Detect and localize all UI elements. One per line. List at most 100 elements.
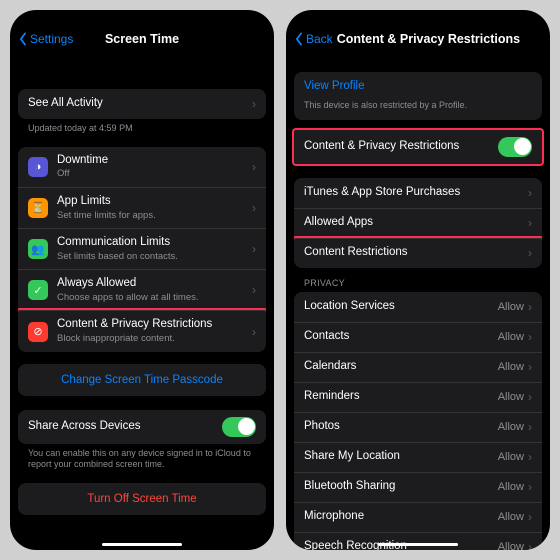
privacy-group: Location ServicesAllow› ContactsAllow› C… [294,292,542,550]
downtime-row[interactable]: ◑ Downtime Off › [18,147,266,187]
back-label: Back [306,32,333,46]
downtime-icon: ◑ [28,157,48,177]
chevron-left-icon [294,32,304,46]
privacy-value: Allow [498,331,524,343]
privacy-row[interactable]: PhotosAllow › [294,412,542,442]
downtime-sub: Off [57,168,252,179]
people-icon: 👥 [28,239,48,259]
page-title: Screen Time [105,32,179,46]
content-restrictions-row[interactable]: Content Restrictions › [294,238,542,268]
privacy-row[interactable]: CalendarsAllow › [294,352,542,382]
content-privacy-toggle[interactable] [498,137,532,157]
content-restrictions-label: Content Restrictions [304,246,528,260]
allowed-label: Allowed Apps [304,216,528,230]
updated-text: Updated today at 4:59 PM [18,119,266,135]
allowed-apps-row[interactable]: Allowed Apps › [294,208,542,238]
privacy-label: Microphone [304,510,498,524]
always-sub: Choose apps to allow at all times. [57,292,252,303]
communication-limits-row[interactable]: 👥 Communication Limits Set limits based … [18,228,266,269]
change-passcode-button[interactable]: Change Screen Time Passcode [18,364,266,396]
privacy-label: Bluetooth Sharing [304,480,498,494]
no-entry-icon: ⊘ [28,322,48,342]
comm-sub: Set limits based on contacts. [57,251,252,262]
restrictions-group: iTunes & App Store Purchases › Allowed A… [294,178,542,268]
chevron-right-icon: › [528,216,532,230]
privacy-value: Allow [498,361,524,373]
back-label: Settings [30,32,73,46]
see-all-activity-row[interactable]: See All Activity › [18,89,266,119]
chevron-right-icon: › [528,246,532,260]
screen-time-screen: Settings Screen Time See All Activity › … [10,10,274,550]
share-group: Share Across Devices [18,410,266,444]
check-icon: ✓ [28,280,48,300]
chevron-right-icon: › [528,360,532,374]
privacy-row[interactable]: MicrophoneAllow › [294,502,542,532]
chevron-right-icon: › [252,283,256,297]
content-privacy-screen: Back Content & Privacy Restrictions View… [286,10,550,550]
content-privacy-row[interactable]: ⊘ Content & Privacy Restrictions Block i… [18,310,266,351]
content-privacy-toggle-row[interactable]: Content & Privacy Restrictions [294,130,542,164]
privacy-label: Reminders [304,390,498,404]
itunes-row[interactable]: iTunes & App Store Purchases › [294,178,542,208]
app-limits-sub: Set time limits for apps. [57,210,252,221]
app-limits-label: App Limits [57,195,252,209]
chevron-right-icon: › [528,510,532,524]
content-area: See All Activity › Updated today at 4:59… [10,54,274,550]
chevron-right-icon: › [528,450,532,464]
privacy-value: Allow [498,391,524,403]
chevron-right-icon: › [528,300,532,314]
toggle-label: Content & Privacy Restrictions [304,140,498,154]
comm-label: Communication Limits [57,236,252,250]
turn-off-button[interactable]: Turn Off Screen Time [18,483,266,515]
view-profile-row[interactable]: View Profile [294,72,542,100]
privacy-row[interactable]: Share My LocationAllow › [294,442,542,472]
always-allowed-row[interactable]: ✓ Always Allowed Choose apps to allow at… [18,269,266,310]
privacy-row[interactable]: Bluetooth SharingAllow› [294,472,542,502]
chevron-right-icon: › [528,330,532,344]
privacy-label: Photos [304,420,498,434]
chevron-right-icon: › [528,420,532,434]
privacy-row[interactable]: RemindersAllow› [294,382,542,412]
chevron-right-icon: › [252,97,256,111]
back-button[interactable]: Settings [18,32,73,46]
privacy-row[interactable]: Location ServicesAllow› [294,292,542,322]
downtime-label: Downtime [57,154,252,168]
nav-bar: Back Content & Privacy Restrictions [286,24,550,54]
share-across-devices-row[interactable]: Share Across Devices [18,410,266,444]
privacy-value: Allow [498,511,524,523]
share-label: Share Across Devices [28,420,222,434]
chevron-right-icon: › [252,201,256,215]
toggle-group: Content & Privacy Restrictions [294,130,542,164]
privacy-value: Allow [498,451,524,463]
limits-group: ◑ Downtime Off › ⏳ App Limits Set time l… [18,147,266,352]
back-button[interactable]: Back [294,32,333,46]
share-toggle[interactable] [222,417,256,437]
profile-group: View Profile This device is also restric… [294,72,542,120]
chevron-right-icon: › [528,540,532,550]
privacy-label: Share My Location [304,450,498,464]
nav-bar: Settings Screen Time [10,24,274,54]
chevron-right-icon: › [252,242,256,256]
home-indicator[interactable] [102,543,182,547]
content-label: Content & Privacy Restrictions [57,318,252,332]
privacy-label: Calendars [304,360,498,374]
privacy-label: Location Services [304,300,498,314]
privacy-header: PRIVACY [294,268,542,292]
chevron-left-icon [18,32,28,46]
see-all-label: See All Activity [28,97,252,111]
home-indicator[interactable] [378,543,458,547]
privacy-value: Allow [498,541,524,550]
chevron-right-icon: › [252,325,256,339]
app-limits-row[interactable]: ⏳ App Limits Set time limits for apps. › [18,187,266,228]
content-area: View Profile This device is also restric… [286,54,550,550]
privacy-row[interactable]: Speech RecognitionAllow› [294,532,542,550]
share-note: You can enable this on any device signed… [18,444,266,471]
privacy-row[interactable]: ContactsAllow› [294,322,542,352]
chevron-right-icon: › [528,480,532,494]
chevron-right-icon: › [528,186,532,200]
hourglass-icon: ⏳ [28,198,48,218]
always-label: Always Allowed [57,277,252,291]
profile-note: This device is also restricted by a Prof… [294,100,542,120]
itunes-label: iTunes & App Store Purchases [304,186,528,200]
privacy-value: Allow [498,421,524,433]
